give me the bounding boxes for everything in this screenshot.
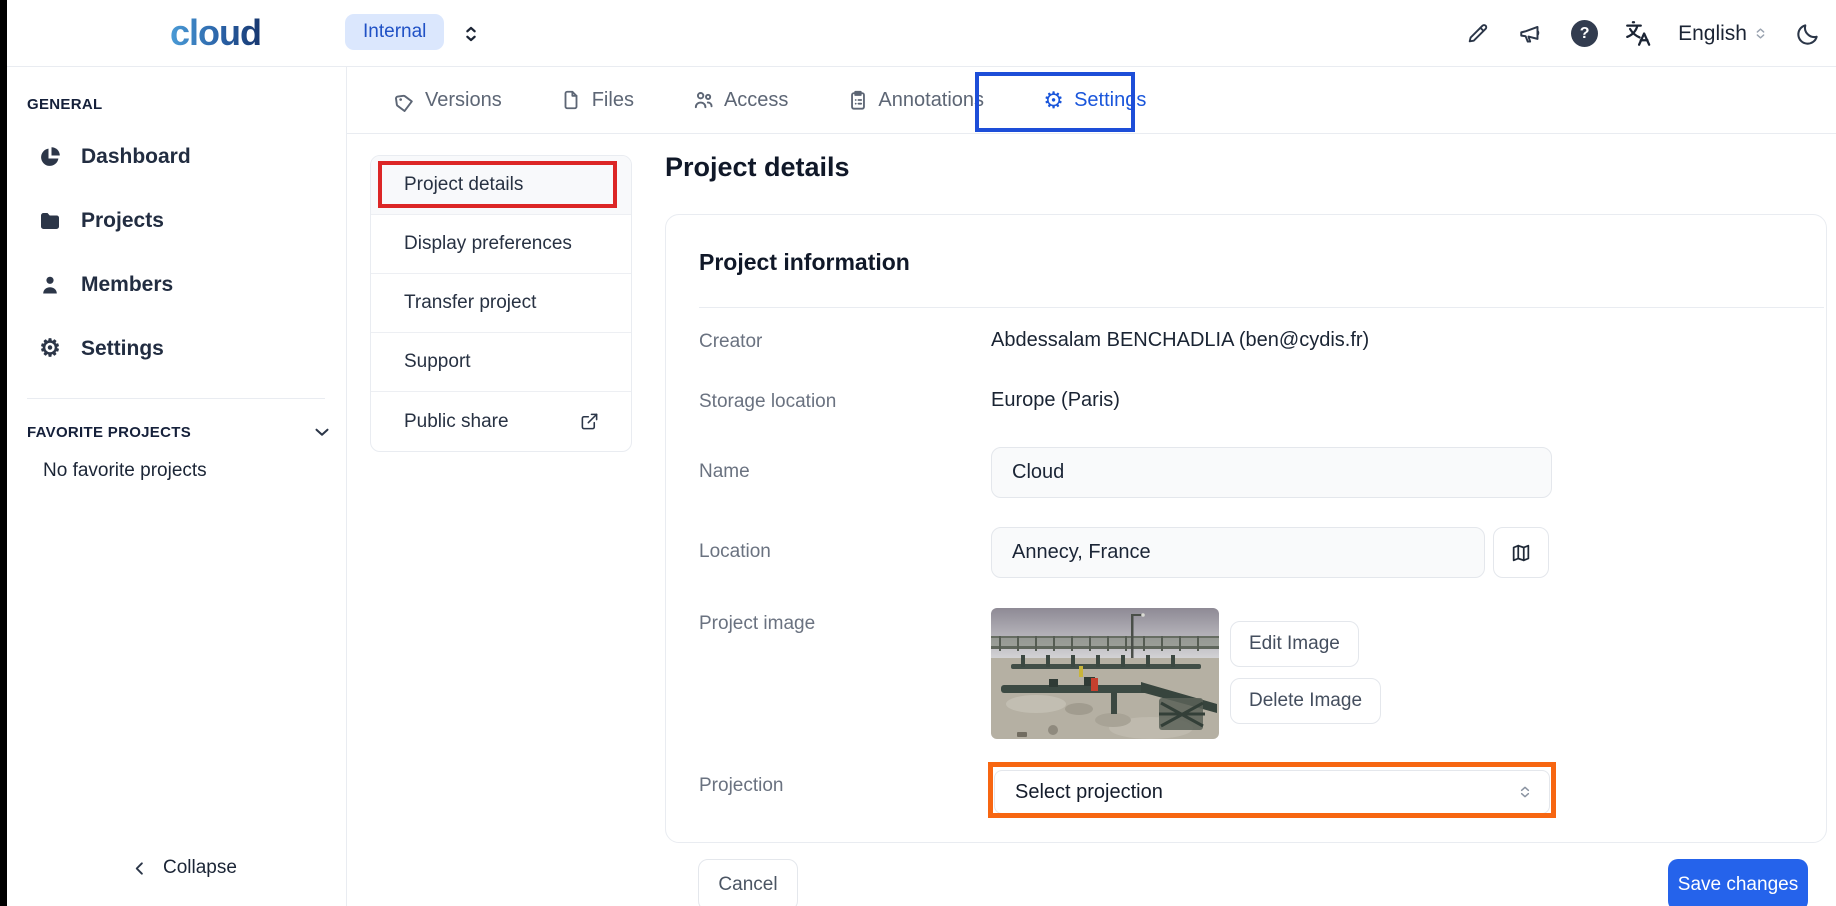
sidebar-item-members[interactable]: Members: [37, 272, 173, 298]
submenu-item-label: Project details: [404, 174, 523, 196]
submenu-item-transfer-project[interactable]: Transfer project: [371, 274, 631, 333]
app-logo: cloud: [170, 12, 261, 54]
project-image-thumbnail: [991, 608, 1219, 739]
sidebar-item-label: Members: [81, 273, 173, 297]
submenu-item-label: Support: [404, 351, 471, 373]
submenu-item-label: Public share: [404, 411, 509, 433]
section-divider: [699, 307, 1824, 308]
tab-label: Versions: [425, 89, 502, 112]
project-tabbar: Versions Files Access: [347, 67, 1836, 134]
language-label: English: [1678, 22, 1747, 46]
creator-label: Creator: [699, 331, 762, 353]
name-label: Name: [699, 461, 750, 483]
tab-label: Access: [724, 89, 788, 112]
app-window: cloud Internal ?: [0, 0, 1836, 906]
sidebar-item-settings[interactable]: ⚙ Settings: [37, 336, 164, 362]
storage-location-label: Storage location: [699, 391, 836, 413]
submenu-item-project-details[interactable]: Project details: [371, 156, 631, 215]
users-icon: [692, 89, 715, 112]
projection-select[interactable]: Select projection: [994, 770, 1550, 814]
tab-settings[interactable]: ⚙ Settings: [1042, 89, 1146, 112]
page-title: Project details: [665, 152, 850, 183]
workspace-switcher-icon[interactable]: [455, 18, 487, 50]
settings-submenu: Project details Display preferences Tran…: [370, 155, 632, 452]
creator-value: Abdessalam BENCHADLIA (ben@cydis.fr): [991, 329, 1369, 352]
window-edge-strip: [0, 0, 7, 906]
projection-select-value: Select projection: [1015, 781, 1163, 804]
gear-icon: ⚙: [1042, 89, 1065, 112]
delete-image-button[interactable]: Delete Image: [1230, 678, 1381, 724]
submenu-item-display-preferences[interactable]: Display preferences: [371, 215, 631, 274]
external-link-icon: [580, 412, 599, 431]
tab-label: Annotations: [878, 89, 984, 112]
edit-image-button[interactable]: Edit Image: [1230, 621, 1359, 667]
tab-access[interactable]: Access: [692, 89, 788, 112]
translate-icon[interactable]: [1624, 20, 1652, 48]
location-input[interactable]: [991, 527, 1485, 578]
header-actions: ? English: [1463, 0, 1822, 67]
sidebar-section-favorites: FAVORITE PROJECTS: [27, 424, 191, 441]
sidebar-item-dashboard[interactable]: Dashboard: [37, 144, 191, 170]
tab-label: Settings: [1074, 89, 1146, 112]
storage-location-value: Europe (Paris): [991, 389, 1120, 412]
sidebar: GENERAL Dashboard Projects: [7, 67, 347, 906]
pie-chart-icon: [37, 144, 63, 170]
cancel-button[interactable]: Cancel: [698, 859, 798, 906]
person-icon: [37, 272, 63, 298]
folder-icon: [37, 208, 63, 234]
favorites-empty-text: No favorite projects: [43, 460, 207, 482]
tab-versions[interactable]: Versions: [393, 89, 502, 112]
sidebar-item-label: Projects: [81, 209, 164, 233]
project-information-card: Project information Creator Abdessalam B…: [665, 214, 1827, 843]
tab-label: Files: [592, 89, 634, 112]
collapse-sidebar-button[interactable]: Collapse: [130, 857, 237, 879]
tag-icon: [393, 89, 416, 112]
location-label: Location: [699, 541, 771, 563]
clipboard-icon: [846, 89, 869, 112]
sidebar-section-general: GENERAL: [27, 96, 102, 113]
save-changes-button[interactable]: Save changes: [1668, 859, 1808, 906]
dark-mode-moon-icon[interactable]: [1794, 20, 1822, 48]
tab-annotations[interactable]: Annotations: [846, 89, 984, 112]
announcements-megaphone-icon[interactable]: [1517, 20, 1545, 48]
language-selector[interactable]: English: [1678, 22, 1768, 46]
sidebar-divider: [27, 398, 325, 399]
edit-pencil-icon[interactable]: [1463, 20, 1491, 48]
submenu-item-label: Display preferences: [404, 233, 572, 255]
section-title: Project information: [699, 249, 910, 276]
chevron-up-down-icon: [1753, 26, 1768, 41]
help-icon[interactable]: ?: [1571, 20, 1598, 47]
open-map-button[interactable]: [1493, 527, 1549, 578]
sidebar-item-projects[interactable]: Projects: [37, 208, 164, 234]
sidebar-item-label: Settings: [81, 337, 164, 361]
collapse-label: Collapse: [163, 857, 237, 879]
top-header: cloud Internal ?: [7, 0, 1836, 67]
chevron-down-icon[interactable]: [311, 421, 333, 443]
tab-files[interactable]: Files: [560, 89, 634, 112]
name-input[interactable]: [991, 447, 1552, 498]
file-icon: [560, 89, 583, 112]
gear-icon: ⚙: [37, 336, 63, 362]
submenu-item-public-share[interactable]: Public share: [371, 392, 631, 451]
projection-label: Projection: [699, 775, 784, 797]
project-image-label: Project image: [699, 613, 815, 635]
submenu-item-label: Transfer project: [404, 292, 536, 314]
chevron-left-icon: [130, 859, 149, 878]
submenu-item-support[interactable]: Support: [371, 333, 631, 392]
chevron-up-down-icon: [1517, 784, 1533, 800]
workspace-badge[interactable]: Internal: [345, 14, 444, 50]
map-icon: [1510, 542, 1532, 564]
sidebar-item-label: Dashboard: [81, 145, 191, 169]
